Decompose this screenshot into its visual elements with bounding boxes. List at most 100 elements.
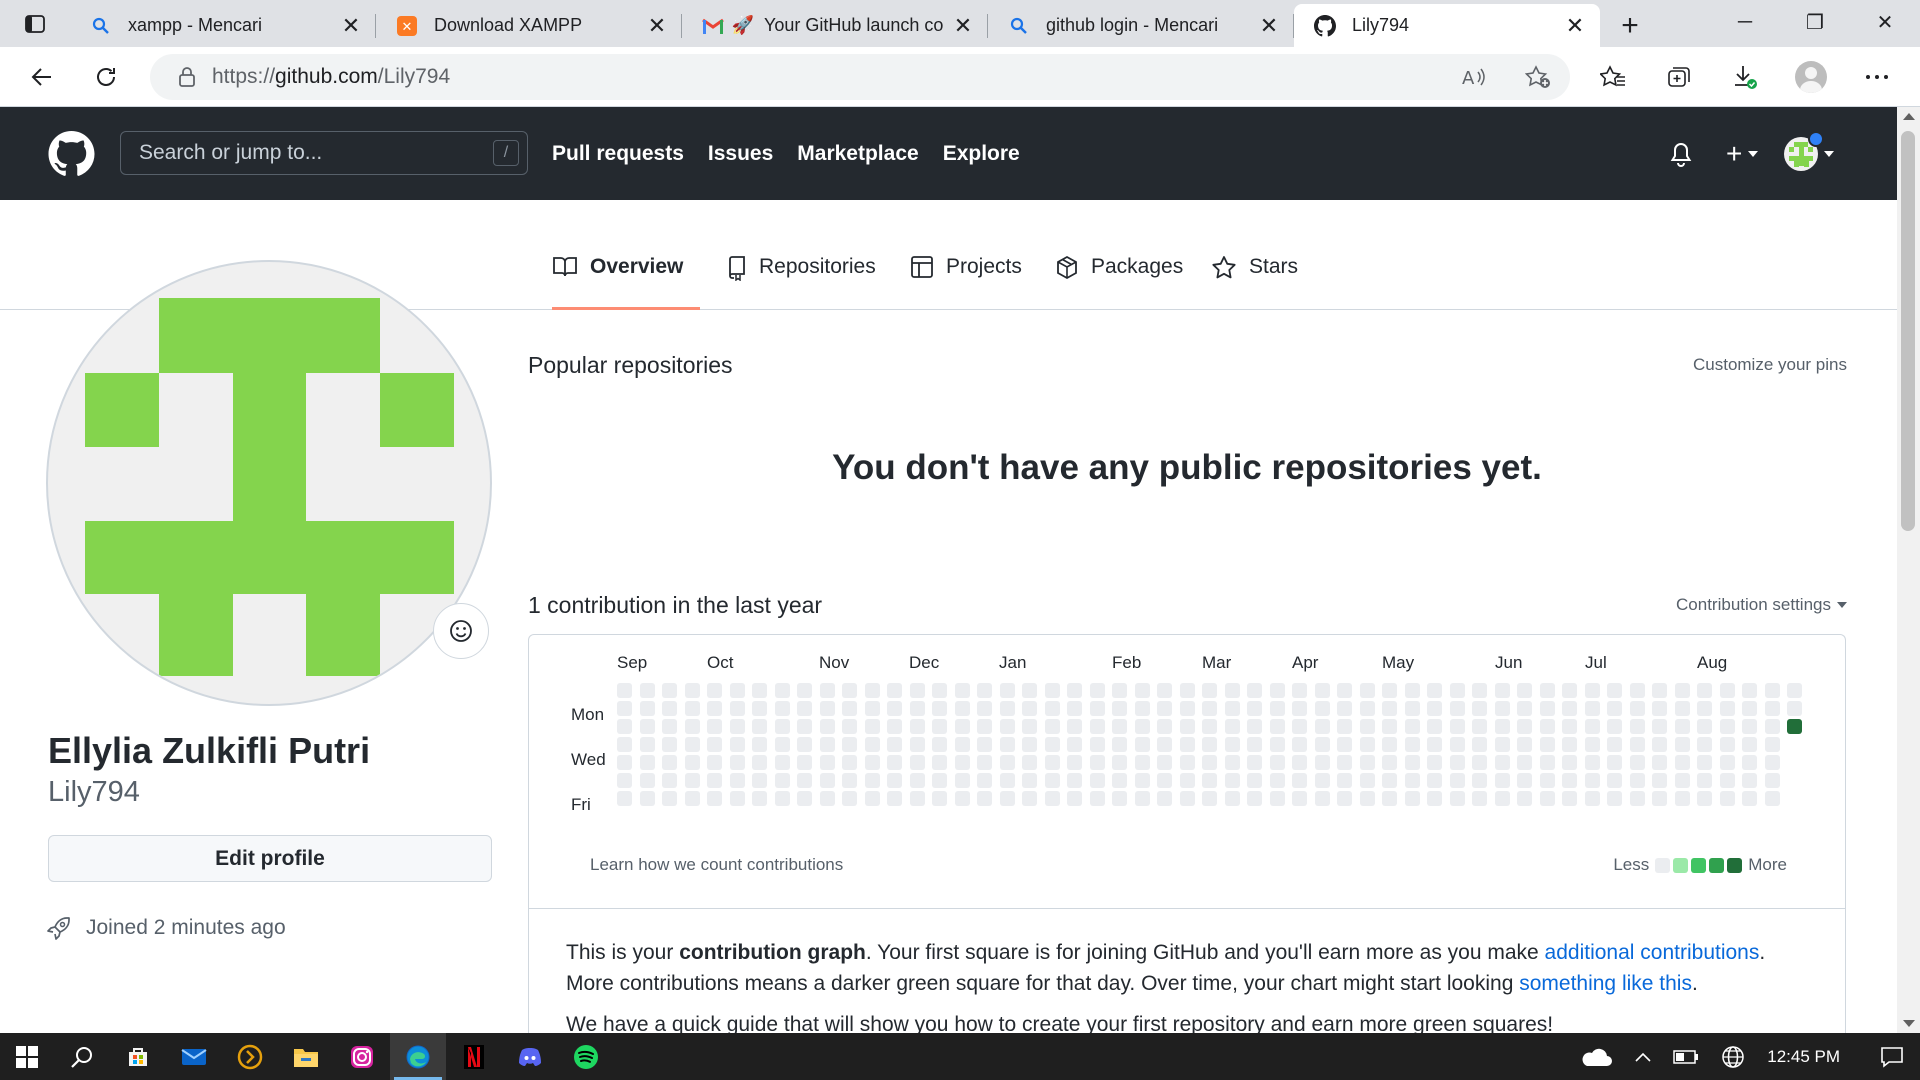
contribution-day-cell[interactable] (775, 773, 790, 788)
contribution-day-cell[interactable] (1135, 719, 1150, 734)
contribution-day-cell[interactable] (1000, 755, 1015, 770)
address-bar[interactable]: https://github.com/Lily794 A (150, 54, 1570, 100)
contribution-day-cell[interactable] (685, 773, 700, 788)
set-status-button[interactable] (433, 603, 489, 659)
contribution-day-cell[interactable] (1517, 701, 1532, 716)
contribution-day-cell[interactable] (1517, 683, 1532, 698)
contribution-day-cell[interactable] (1495, 683, 1510, 698)
contribution-day-cell[interactable] (1247, 791, 1262, 806)
contribution-day-cell[interactable] (1382, 755, 1397, 770)
browser-tab[interactable]: ✕ Download XAMPP ✕ (376, 4, 682, 47)
contribution-day-cell[interactable] (1157, 701, 1172, 716)
contribution-day-cell[interactable] (1135, 791, 1150, 806)
contribution-day-cell[interactable] (1562, 701, 1577, 716)
contribution-day-cell[interactable] (887, 773, 902, 788)
contribution-day-cell[interactable] (1495, 737, 1510, 752)
contribution-day-cell[interactable] (1697, 755, 1712, 770)
contribution-day-cell[interactable] (932, 755, 947, 770)
contribution-day-cell[interactable] (1090, 773, 1105, 788)
contribution-day-cell[interactable] (955, 719, 970, 734)
learn-contributions-link[interactable]: Learn how we count contributions (590, 855, 843, 875)
contribution-day-cell[interactable] (820, 773, 835, 788)
contribution-day-cell[interactable] (955, 755, 970, 770)
contribution-day-cell[interactable] (752, 719, 767, 734)
contribution-day-cell[interactable] (1202, 701, 1217, 716)
contribution-day-cell[interactable] (752, 701, 767, 716)
contribution-day-cell[interactable] (1337, 755, 1352, 770)
contribution-day-cell[interactable] (932, 737, 947, 752)
contribution-day-cell[interactable] (910, 755, 925, 770)
contribution-day-cell[interactable] (977, 719, 992, 734)
contribution-day-cell[interactable] (842, 755, 857, 770)
contribution-day-cell[interactable] (1697, 737, 1712, 752)
contribution-day-cell[interactable] (887, 791, 902, 806)
contribution-day-cell[interactable] (1382, 719, 1397, 734)
contribution-day-cell[interactable] (1202, 773, 1217, 788)
edge-icon[interactable] (390, 1033, 446, 1080)
contribution-day-cell[interactable] (932, 773, 947, 788)
contribution-day-cell[interactable] (955, 737, 970, 752)
contribution-day-cell[interactable] (1315, 755, 1330, 770)
contribution-day-cell[interactable] (865, 719, 880, 734)
contribution-day-cell[interactable] (1382, 737, 1397, 752)
nav-explore[interactable]: Explore (943, 142, 1020, 166)
contribution-day-cell[interactable] (1675, 737, 1690, 752)
contribution-day-cell[interactable] (1292, 701, 1307, 716)
contribution-day-cell[interactable] (1450, 719, 1465, 734)
contribution-day-cell[interactable] (662, 683, 677, 698)
contribution-day-cell[interactable] (617, 755, 632, 770)
contribution-day-cell[interactable] (1697, 701, 1712, 716)
contribution-day-cell[interactable] (1562, 755, 1577, 770)
contribution-day-cell[interactable] (1247, 683, 1262, 698)
contribution-day-cell[interactable] (1135, 701, 1150, 716)
contribution-settings-dropdown[interactable]: Contribution settings (1676, 595, 1847, 615)
contribution-day-cell[interactable] (1135, 773, 1150, 788)
contribution-day-cell[interactable] (910, 719, 925, 734)
discord-icon[interactable] (502, 1033, 558, 1080)
contribution-day-cell[interactable] (685, 755, 700, 770)
contribution-day-cell[interactable] (1472, 683, 1487, 698)
contribution-day-cell[interactable] (662, 737, 677, 752)
contribution-day-cell[interactable] (1112, 719, 1127, 734)
contribution-day-cell[interactable] (1540, 701, 1555, 716)
contribution-day-cell[interactable] (1607, 737, 1622, 752)
contribution-day-cell[interactable] (1540, 683, 1555, 698)
scrollbar-thumb[interactable] (1901, 131, 1915, 531)
contribution-day-cell[interactable] (1450, 701, 1465, 716)
contribution-day-cell[interactable] (707, 755, 722, 770)
close-tab-icon[interactable]: ✕ (952, 13, 974, 38)
contribution-day-cell[interactable] (1180, 773, 1195, 788)
contribution-day-cell[interactable] (797, 791, 812, 806)
contribution-day-cell[interactable] (1720, 701, 1735, 716)
contribution-day-cell[interactable] (1202, 737, 1217, 752)
contribution-day-cell[interactable] (1607, 719, 1622, 734)
tab-stars[interactable]: Stars (1211, 255, 1298, 310)
contribution-day-cell[interactable] (797, 773, 812, 788)
contribution-day-cell[interactable] (797, 719, 812, 734)
contribution-day-cell[interactable] (1652, 719, 1667, 734)
contribution-day-cell[interactable] (1270, 791, 1285, 806)
favorites-icon[interactable] (1580, 47, 1646, 107)
contribution-day-cell[interactable] (1540, 737, 1555, 752)
contribution-day-cell[interactable] (1382, 791, 1397, 806)
contribution-day-cell[interactable] (1180, 755, 1195, 770)
contribution-day-cell[interactable] (1360, 701, 1375, 716)
contribution-day-cell[interactable] (820, 755, 835, 770)
contribution-day-cell[interactable] (932, 791, 947, 806)
instagram-icon[interactable] (334, 1033, 390, 1080)
contribution-day-cell[interactable] (1585, 755, 1600, 770)
contribution-day-cell[interactable] (1450, 683, 1465, 698)
search-icon[interactable] (54, 1033, 110, 1080)
create-new-button[interactable]: + (1726, 138, 1759, 170)
spotify-icon[interactable] (558, 1033, 614, 1080)
contribution-day-cell[interactable] (707, 683, 722, 698)
contribution-day-cell[interactable] (1472, 755, 1487, 770)
contribution-day-cell[interactable] (775, 791, 790, 806)
contribution-day-cell[interactable] (1337, 701, 1352, 716)
contribution-day-cell[interactable] (1607, 791, 1622, 806)
contribution-day-cell[interactable] (1405, 773, 1420, 788)
contribution-day-cell[interactable] (797, 755, 812, 770)
contribution-day-cell[interactable] (1067, 791, 1082, 806)
notifications-bell-icon[interactable] (1670, 141, 1692, 167)
contribution-day-cell[interactable] (1675, 755, 1690, 770)
